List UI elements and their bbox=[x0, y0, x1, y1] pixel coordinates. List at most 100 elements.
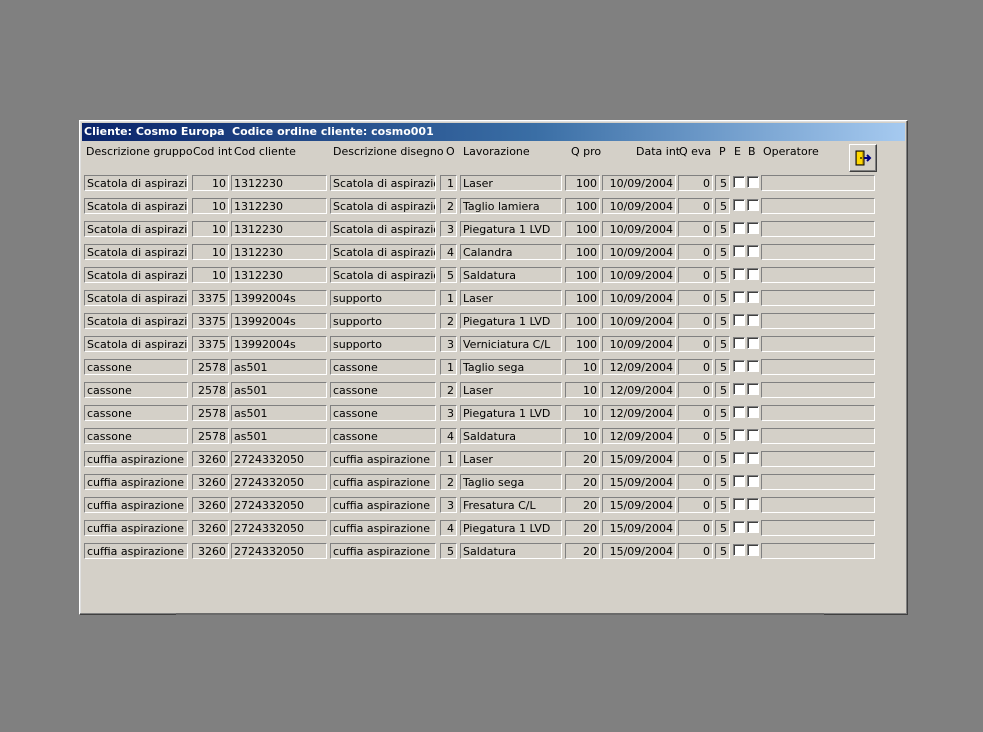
lavorazione-cell[interactable]: Fresatura C/L bbox=[460, 497, 562, 513]
operatore-field[interactable] bbox=[761, 474, 875, 490]
disegno-cell[interactable]: cuffia aspirazione bbox=[330, 520, 436, 536]
q-pro-cell[interactable]: 100 bbox=[565, 267, 600, 283]
operation-number-cell[interactable]: 2 bbox=[440, 382, 457, 398]
disegno-cell[interactable]: cassone bbox=[330, 359, 436, 375]
data-int-cell[interactable]: 15/09/2004 bbox=[602, 543, 676, 559]
e-checkbox[interactable] bbox=[733, 245, 745, 257]
operation-number-cell[interactable]: 5 bbox=[440, 267, 457, 283]
cod-int-cell[interactable]: 2578 bbox=[192, 405, 229, 421]
e-checkbox[interactable] bbox=[733, 314, 745, 326]
cod-int-cell[interactable]: 10 bbox=[192, 244, 229, 260]
lavorazione-cell[interactable]: Piegatura 1 LVD bbox=[460, 313, 562, 329]
e-checkbox[interactable] bbox=[733, 222, 745, 234]
disegno-cell[interactable]: cassone bbox=[330, 428, 436, 444]
gruppo-cell[interactable]: Scatola di aspirazione bbox=[84, 290, 188, 306]
operatore-field[interactable] bbox=[761, 244, 875, 260]
gruppo-cell[interactable]: cassone bbox=[84, 359, 188, 375]
lavorazione-cell[interactable]: Piegatura 1 LVD bbox=[460, 520, 562, 536]
operatore-field[interactable] bbox=[761, 359, 875, 375]
disegno-cell[interactable]: cuffia aspirazione bbox=[330, 451, 436, 467]
exit-button[interactable] bbox=[849, 144, 877, 172]
p-cell[interactable]: 5 bbox=[715, 405, 730, 421]
e-checkbox[interactable] bbox=[733, 383, 745, 395]
q-pro-cell[interactable]: 20 bbox=[565, 520, 600, 536]
p-cell[interactable]: 5 bbox=[715, 543, 730, 559]
b-checkbox[interactable] bbox=[747, 429, 759, 441]
cod-cliente-cell[interactable]: 13992004s bbox=[231, 290, 327, 306]
disegno-cell[interactable]: cuffia aspirazione bbox=[330, 497, 436, 513]
b-checkbox[interactable] bbox=[747, 521, 759, 533]
q-eva-cell[interactable]: 0 bbox=[678, 405, 713, 421]
data-int-cell[interactable]: 10/09/2004 bbox=[602, 221, 676, 237]
q-eva-cell[interactable]: 0 bbox=[678, 451, 713, 467]
lavorazione-cell[interactable]: Piegatura 1 LVD bbox=[460, 405, 562, 421]
operation-number-cell[interactable]: 3 bbox=[440, 221, 457, 237]
e-checkbox[interactable] bbox=[733, 291, 745, 303]
e-checkbox[interactable] bbox=[733, 268, 745, 280]
operatore-field[interactable] bbox=[761, 290, 875, 306]
q-pro-cell[interactable]: 10 bbox=[565, 428, 600, 444]
operation-number-cell[interactable]: 4 bbox=[440, 244, 457, 260]
gruppo-cell[interactable]: Scatola di aspirazione bbox=[84, 267, 188, 283]
lavorazione-cell[interactable]: Saldatura bbox=[460, 267, 562, 283]
q-eva-cell[interactable]: 0 bbox=[678, 382, 713, 398]
disegno-cell[interactable]: Scatola di aspirazione bbox=[330, 244, 436, 260]
q-eva-cell[interactable]: 0 bbox=[678, 520, 713, 536]
cod-int-cell[interactable]: 3375 bbox=[192, 290, 229, 306]
disegno-cell[interactable]: supporto bbox=[330, 290, 436, 306]
e-checkbox[interactable] bbox=[733, 544, 745, 556]
q-eva-cell[interactable]: 0 bbox=[678, 543, 713, 559]
gruppo-cell[interactable]: cuffia aspirazione bbox=[84, 520, 188, 536]
cod-cliente-cell[interactable]: 2724332050 bbox=[231, 497, 327, 513]
operation-number-cell[interactable]: 3 bbox=[440, 336, 457, 352]
p-cell[interactable]: 5 bbox=[715, 313, 730, 329]
data-int-cell[interactable]: 10/09/2004 bbox=[602, 267, 676, 283]
operation-number-cell[interactable]: 1 bbox=[440, 290, 457, 306]
gruppo-cell[interactable]: cassone bbox=[84, 382, 188, 398]
lavorazione-cell[interactable]: Laser bbox=[460, 382, 562, 398]
p-cell[interactable]: 5 bbox=[715, 497, 730, 513]
cod-int-cell[interactable]: 3260 bbox=[192, 543, 229, 559]
disegno-cell[interactable]: Scatola di aspirazione bbox=[330, 267, 436, 283]
operation-number-cell[interactable]: 1 bbox=[440, 451, 457, 467]
gruppo-cell[interactable]: Scatola di aspirazione bbox=[84, 175, 188, 191]
p-cell[interactable]: 5 bbox=[715, 198, 730, 214]
lavorazione-cell[interactable]: Taglio sega bbox=[460, 359, 562, 375]
b-checkbox[interactable] bbox=[747, 383, 759, 395]
cod-int-cell[interactable]: 3260 bbox=[192, 474, 229, 490]
data-int-cell[interactable]: 15/09/2004 bbox=[602, 474, 676, 490]
b-checkbox[interactable] bbox=[747, 268, 759, 280]
q-eva-cell[interactable]: 0 bbox=[678, 267, 713, 283]
data-int-cell[interactable]: 10/09/2004 bbox=[602, 175, 676, 191]
data-int-cell[interactable]: 10/09/2004 bbox=[602, 290, 676, 306]
lavorazione-cell[interactable]: Laser bbox=[460, 451, 562, 467]
gruppo-cell[interactable]: cuffia aspirazione bbox=[84, 451, 188, 467]
q-eva-cell[interactable]: 0 bbox=[678, 221, 713, 237]
cod-cliente-cell[interactable]: 2724332050 bbox=[231, 520, 327, 536]
p-cell[interactable]: 5 bbox=[715, 244, 730, 260]
e-checkbox[interactable] bbox=[733, 521, 745, 533]
q-eva-cell[interactable]: 0 bbox=[678, 336, 713, 352]
p-cell[interactable]: 5 bbox=[715, 175, 730, 191]
operation-number-cell[interactable]: 1 bbox=[440, 359, 457, 375]
b-checkbox[interactable] bbox=[747, 498, 759, 510]
b-checkbox[interactable] bbox=[747, 544, 759, 556]
q-eva-cell[interactable]: 0 bbox=[678, 290, 713, 306]
operatore-field[interactable] bbox=[761, 382, 875, 398]
q-pro-cell[interactable]: 100 bbox=[565, 244, 600, 260]
cod-cliente-cell[interactable]: 2724332050 bbox=[231, 451, 327, 467]
data-int-cell[interactable]: 15/09/2004 bbox=[602, 520, 676, 536]
data-int-cell[interactable]: 10/09/2004 bbox=[602, 313, 676, 329]
q-pro-cell[interactable]: 100 bbox=[565, 313, 600, 329]
operatore-field[interactable] bbox=[761, 221, 875, 237]
cod-cliente-cell[interactable]: as501 bbox=[231, 405, 327, 421]
e-checkbox[interactable] bbox=[733, 475, 745, 487]
cod-cliente-cell[interactable]: as501 bbox=[231, 359, 327, 375]
operatore-field[interactable] bbox=[761, 497, 875, 513]
lavorazione-cell[interactable]: Taglio lamiera bbox=[460, 198, 562, 214]
b-checkbox[interactable] bbox=[747, 222, 759, 234]
operatore-field[interactable] bbox=[761, 428, 875, 444]
disegno-cell[interactable]: Scatola di aspirazione bbox=[330, 221, 436, 237]
disegno-cell[interactable]: supporto bbox=[330, 336, 436, 352]
cod-int-cell[interactable]: 3260 bbox=[192, 520, 229, 536]
